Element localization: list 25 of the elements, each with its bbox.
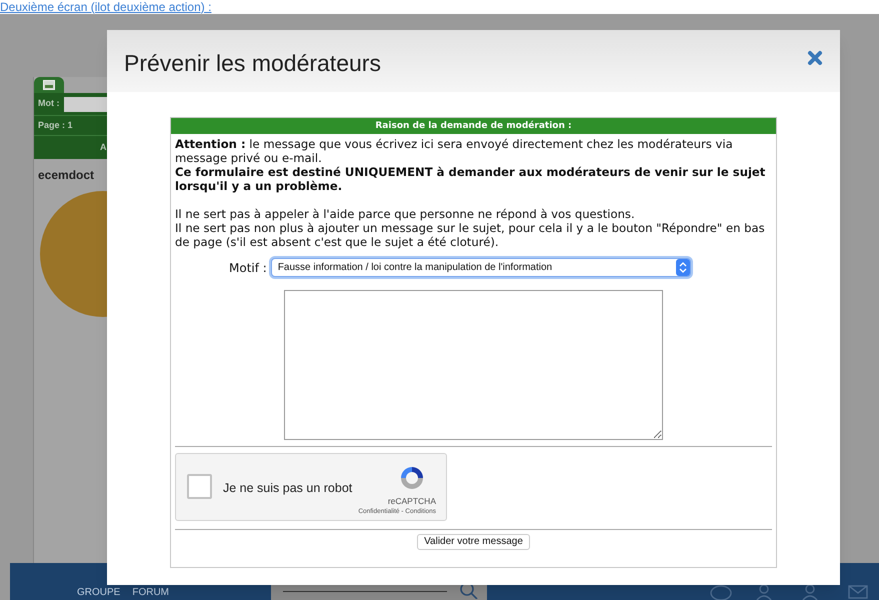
notice-text: Il ne sert pas non plus à ajouter un message sur le sujet, pour cela il y a le bouton "Répondre" en bas de page (s'il est absent c'est que le sujet a été cloturé). [175,221,766,249]
captcha-checkbox[interactable] [187,474,212,499]
notice-text: Attention : le message que vous écrivez ici sera envoyé directement chez les modérateurs via message privé ou e-mail. [175,137,734,165]
chat-icon[interactable] [710,585,732,600]
nav-link[interactable]: FORUM [132,587,170,598]
close-icon[interactable] [807,50,823,66]
dialog-title: Prévenir les modérateurs [124,49,381,78]
mail-icon[interactable] [848,585,868,599]
motif-label: Motif : [229,260,267,276]
captcha-label: Je ne suis pas un robot [223,480,352,497]
recaptcha-logo-icon [398,464,426,492]
captcha-brand: reCAPTCHA [388,495,436,508]
message-field[interactable] [284,290,663,440]
word-label: Mot : [38,97,60,110]
image-icon [43,80,55,90]
notice-text: Il ne sert pas à appeler à l'aide parce que personne ne répond à vos questions. [175,207,636,221]
notice-text: Ce formulaire est destiné UNIQUEMENT à demander aux modérateurs de venir sur le sujet lorsqu'il y a un problème. [175,165,766,193]
submit-button[interactable]: Valider votre message [417,534,530,550]
form-heading: Raison de la demande de modération : [171,118,776,134]
header-text: A [100,140,106,154]
username: ecemdoct [38,168,94,182]
motif-select[interactable]: Fausse information / loi contre la manipulation de l'information [270,258,691,277]
page-label: Page : 1 [38,118,73,132]
stepper-icon [676,259,690,276]
nav-link[interactable]: GROUPE [77,587,120,598]
